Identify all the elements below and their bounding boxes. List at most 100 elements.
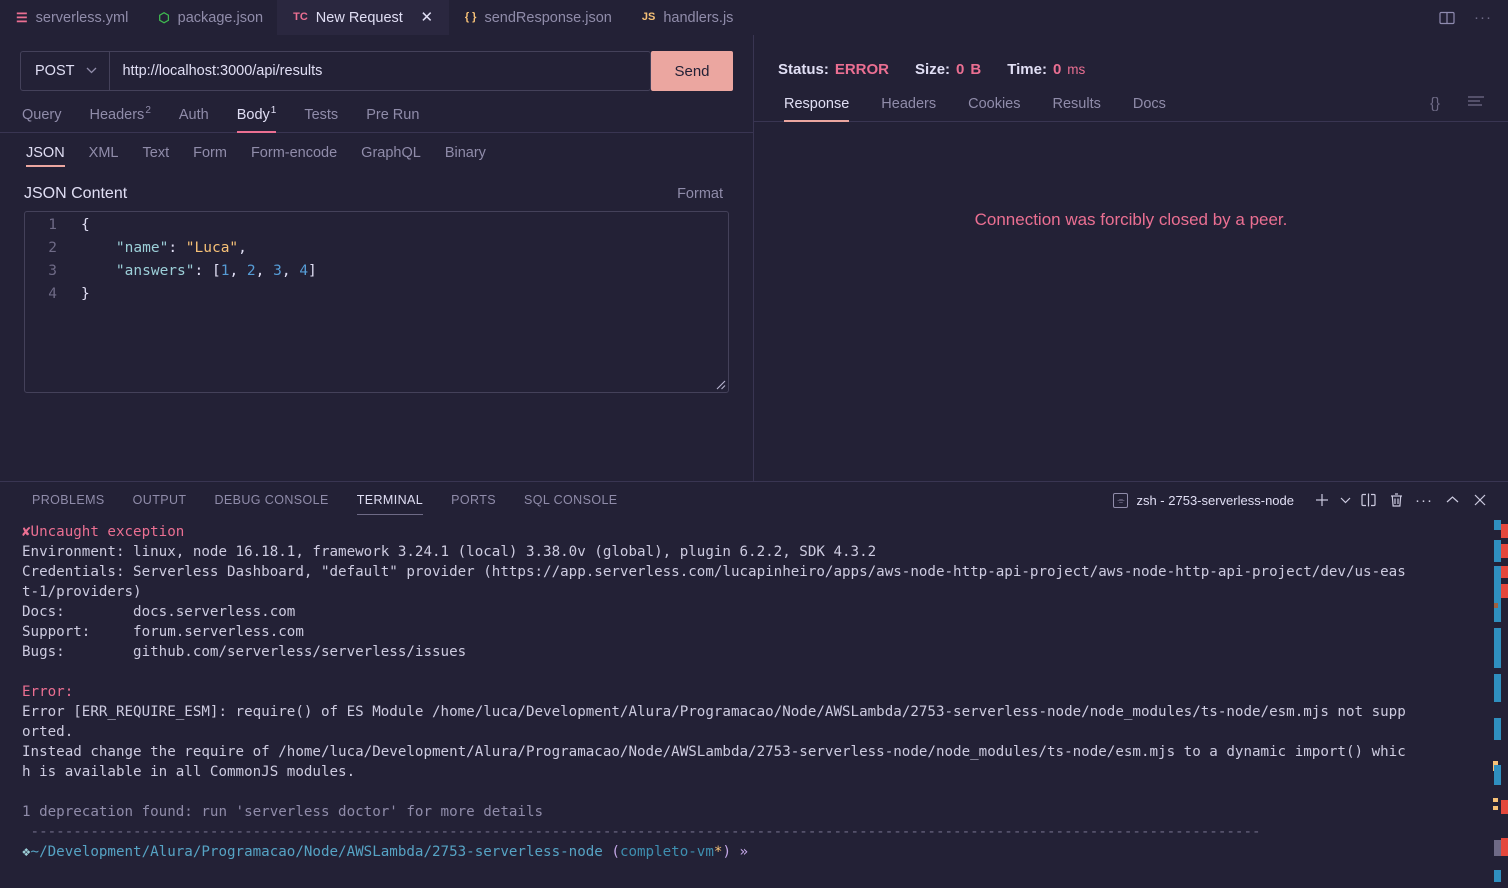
send-button[interactable]: Send: [651, 51, 733, 91]
panel-tab-sql-console[interactable]: SQL CONSOLE: [510, 482, 632, 518]
http-method-selector[interactable]: POST: [21, 52, 111, 90]
terminal-selector[interactable]: ⌯ zsh - 2753-serverless-node: [1113, 492, 1308, 508]
panel-tab-ports[interactable]: PORTS: [437, 482, 510, 518]
body-type-xml[interactable]: XML: [77, 145, 131, 167]
size-badge: Size: 0 B: [915, 61, 981, 78]
ruler-mark: [1501, 584, 1508, 598]
split-editor-icon[interactable]: [1438, 9, 1456, 27]
request-tab-badge: 1: [270, 105, 277, 116]
terminal-line: Credentials: Serverless Dashboard, "defa…: [22, 564, 1406, 580]
request-tab-tests[interactable]: Tests: [290, 107, 352, 132]
body-type-json[interactable]: JSON: [20, 145, 77, 167]
response-tab-results[interactable]: Results: [1037, 96, 1117, 121]
body-type-form[interactable]: Form: [181, 145, 239, 167]
line-code: "name": "Luca",: [115, 239, 247, 256]
response-error-message: Connection was forcibly closed by a peer…: [974, 210, 1288, 229]
json-view-icon[interactable]: {}: [1430, 95, 1440, 112]
response-tab-cookies[interactable]: Cookies: [952, 96, 1036, 121]
json-file-icon: { }: [464, 11, 477, 23]
panel-actions: ⌯ zsh - 2753-serverless-node ···: [1113, 486, 1508, 514]
editor-tab-label: serverless.yml: [35, 9, 129, 26]
body-type-text[interactable]: Text: [131, 145, 182, 167]
ruler-mark: [1494, 674, 1501, 702]
ruler-mark: [1494, 520, 1501, 530]
resize-handle-icon[interactable]: [714, 378, 726, 390]
ruler-mark: [1501, 524, 1508, 538]
request-tab-auth[interactable]: Auth: [165, 107, 223, 132]
panel-tab-problems[interactable]: PROBLEMS: [18, 482, 119, 518]
panel-tab-debug-console[interactable]: DEBUG CONSOLE: [200, 482, 342, 518]
terminal-line: Support: forum.serverless.com: [22, 624, 304, 640]
close-panel-button[interactable]: [1466, 486, 1494, 514]
json-editor-content[interactable]: 1{2 "name": "Luca", 3 "answers": [1, 2, 3…: [25, 212, 728, 306]
line-code: {: [81, 216, 90, 233]
chevron-down-icon: [86, 65, 97, 77]
ruler-mark: [1501, 800, 1508, 814]
terminal-prompt-line[interactable]: ❖~/Development/Alura/Programacao/Node/AW…: [22, 842, 1508, 862]
response-menu-icon[interactable]: [1466, 94, 1486, 113]
line-number: 1: [48, 216, 57, 233]
git-branch-icon: ❖: [22, 844, 31, 860]
more-actions-icon[interactable]: ···: [1474, 9, 1492, 26]
line-number: 4: [48, 285, 57, 302]
terminal-line: ✘Uncaught exception: [22, 524, 185, 540]
terminal-line: Docs: docs.serverless.com: [22, 604, 296, 620]
editor-tab-sendresponse-json[interactable]: { } sendResponse.json: [448, 0, 626, 35]
prompt-path: ~/Development/Alura/Programacao/Node/AWS…: [30, 844, 603, 860]
ruler-mark: [1494, 566, 1501, 622]
json-content-row: JSON Content Format: [0, 167, 753, 203]
split-terminal-button[interactable]: [1354, 486, 1382, 514]
body-type-graphql[interactable]: GraphQL: [349, 145, 433, 167]
response-tab-docs[interactable]: Docs: [1117, 96, 1182, 121]
ruler-mark: [1494, 603, 1498, 608]
editor-tab-handlers-js[interactable]: JS handlers.js: [625, 0, 748, 35]
size-value: 0: [956, 61, 965, 78]
prompt-branch: completo-vm: [619, 844, 714, 860]
response-tab-response[interactable]: Response: [778, 96, 865, 122]
panel-tab-output[interactable]: OUTPUT: [119, 482, 201, 518]
editor-line: 4}: [25, 283, 728, 306]
kill-terminal-button[interactable]: [1382, 486, 1410, 514]
prompt-paren-close: ): [722, 844, 731, 860]
editor-tab-label: handlers.js: [663, 9, 734, 26]
editor-tab-new-request[interactable]: TC New Request ✕: [277, 0, 449, 35]
ruler-mark: [1501, 544, 1508, 558]
request-tab-body[interactable]: Body1: [223, 105, 291, 133]
terminal-icon: ⌯: [1113, 492, 1129, 508]
ruler-mark: [1501, 838, 1508, 856]
json-editor[interactable]: 1{2 "name": "Luca", 3 "answers": [1, 2, 3…: [24, 210, 729, 393]
response-tab-headers[interactable]: Headers: [865, 96, 952, 121]
request-tab-label: Pre Run: [366, 106, 420, 123]
new-terminal-dropdown-icon[interactable]: [1336, 486, 1354, 514]
terminal-output[interactable]: ✘Uncaught exception Environment: linux, n…: [0, 518, 1508, 888]
maximize-panel-button[interactable]: [1438, 486, 1466, 514]
request-tabs: Query Headers2 Auth Body1 Tests Pre Run: [0, 91, 753, 133]
line-code: "answers": [1, 2, 3, 4]: [115, 262, 317, 279]
ruler-mark: [1494, 540, 1501, 562]
request-tab-pre-run[interactable]: Pre Run: [352, 107, 433, 132]
panel-tab-terminal[interactable]: TERMINAL: [343, 482, 437, 518]
request-tab-headers[interactable]: Headers2: [76, 105, 165, 132]
close-icon[interactable]: ✕: [419, 10, 435, 25]
request-tab-label: Headers: [89, 106, 145, 123]
request-tab-label: Tests: [304, 106, 339, 123]
new-terminal-button[interactable]: [1308, 486, 1336, 514]
ruler-mark: [1493, 798, 1498, 802]
editor-tab-serverless-yml[interactable]: ☰ serverless.yml: [0, 0, 143, 35]
editor-tab-package-json[interactable]: ⬡ package.json: [142, 0, 278, 35]
time-unit: ms: [1067, 62, 1086, 77]
body-type-binary[interactable]: Binary: [433, 145, 498, 167]
format-button[interactable]: Format: [677, 186, 723, 202]
ruler-mark: [1494, 718, 1501, 740]
status-value: ERROR: [834, 61, 890, 78]
body-type-form-encode[interactable]: Form-encode: [239, 145, 349, 167]
response-tab-actions: {}: [1430, 94, 1508, 121]
panel-more-button[interactable]: ···: [1410, 486, 1438, 514]
time-badge: Time: 0 ms: [1007, 61, 1085, 78]
json-content-label: JSON Content: [24, 184, 128, 202]
terminal-overview-ruler[interactable]: [1493, 518, 1508, 888]
request-tab-query[interactable]: Query: [20, 107, 76, 132]
thunder-client-icon: TC: [293, 11, 308, 23]
url-input[interactable]: [110, 52, 650, 90]
nodejs-file-icon: ⬡: [158, 10, 170, 25]
